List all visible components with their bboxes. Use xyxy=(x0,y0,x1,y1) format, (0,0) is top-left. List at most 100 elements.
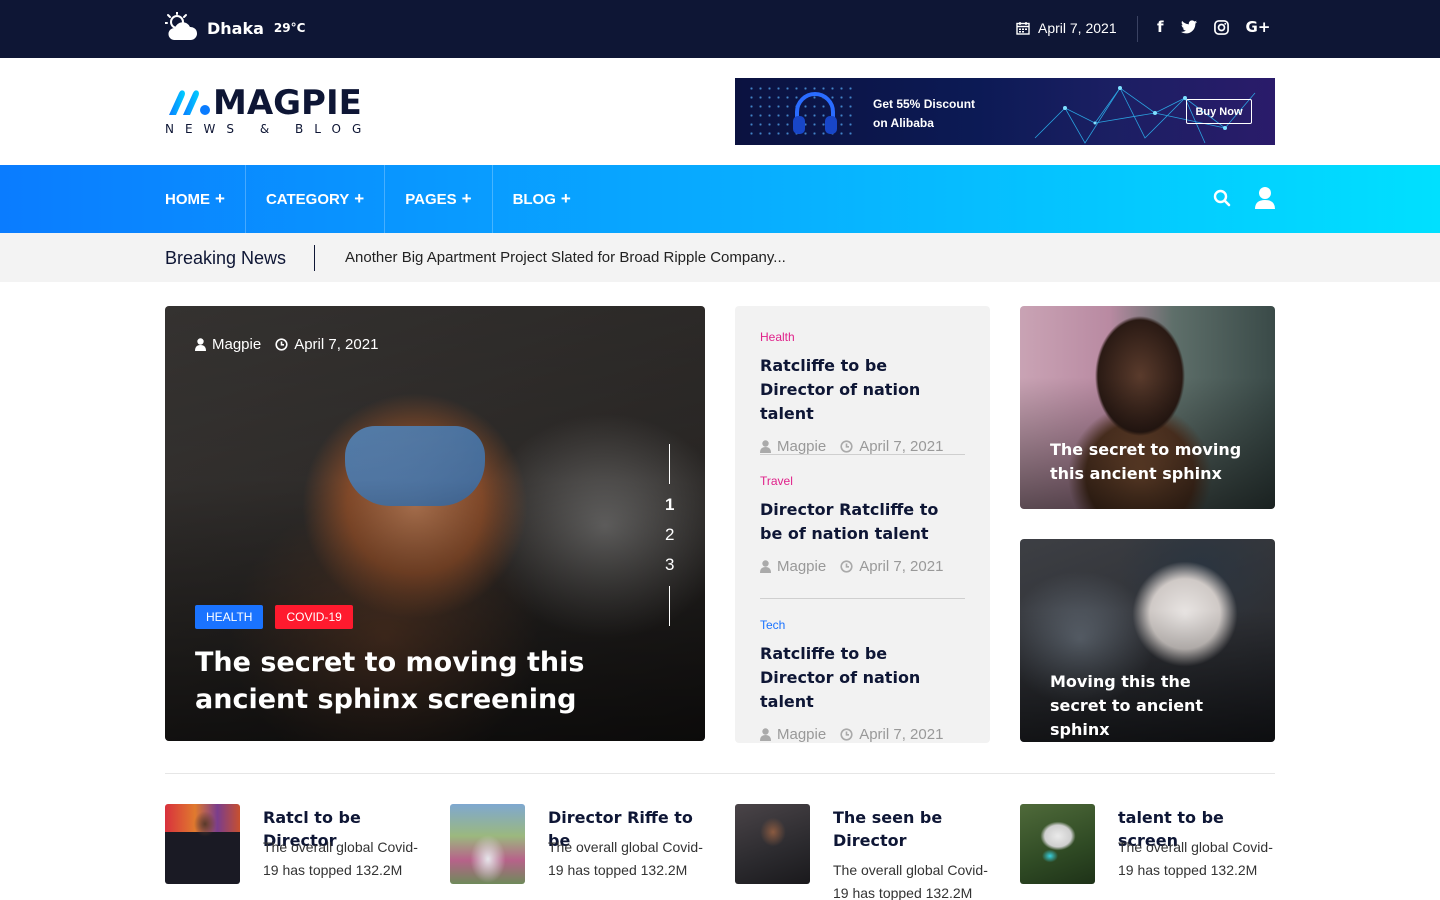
slide-dot-3[interactable]: 3 xyxy=(665,550,674,580)
clock-icon xyxy=(840,560,853,573)
search-icon[interactable] xyxy=(1212,188,1232,208)
twitter-icon[interactable] xyxy=(1180,20,1197,34)
slide-dot-2[interactable]: 2 xyxy=(665,520,674,550)
banner-text: Get 55% Discount on Alibaba xyxy=(873,95,975,133)
post-title[interactable]: Ratcliffe to be Director of nation talen… xyxy=(760,642,965,714)
list-item[interactable]: Health Ratcliffe to be Director of natio… xyxy=(760,330,965,455)
user-icon xyxy=(760,728,771,741)
post-meta: Magpie April 7, 2021 xyxy=(760,438,965,455)
nav-label: BLOG xyxy=(512,190,556,208)
user-icon[interactable] xyxy=(1254,186,1276,210)
google-plus-icon[interactable]: G+ xyxy=(1246,18,1271,36)
social-links: f G+ xyxy=(1157,18,1270,36)
facebook-icon[interactable]: f xyxy=(1157,18,1164,36)
logo-title: MAGPIE xyxy=(213,83,362,123)
clock-icon xyxy=(840,728,853,741)
hero-slider[interactable]: Magpie April 7, 2021 1 2 3 HEALTH COVID-… xyxy=(165,306,705,741)
slider-line-top xyxy=(669,444,671,484)
post-title[interactable]: The seen be Director xyxy=(833,806,993,852)
weather-city: Dhaka xyxy=(207,18,264,38)
user-icon xyxy=(760,440,771,453)
logo-subtitle: NEWS & BLOG xyxy=(165,122,373,136)
list-divider xyxy=(760,454,965,455)
top-divider xyxy=(1137,16,1138,42)
tag-covid[interactable]: COVID-19 xyxy=(275,605,353,629)
post-date: April 7, 2021 xyxy=(859,726,944,743)
hero-meta: Magpie April 7, 2021 xyxy=(195,336,378,353)
nav-item-blog[interactable]: BLOG + xyxy=(491,165,591,233)
plus-icon: + xyxy=(354,189,365,208)
top-date-text: April 7, 2021 xyxy=(1038,20,1117,36)
nav-item-home[interactable]: HOME + xyxy=(165,165,245,233)
section-divider xyxy=(165,773,1275,774)
nav-label: PAGES xyxy=(405,190,457,208)
post-title[interactable]: Ratcliffe to be Director of nation talen… xyxy=(760,354,965,426)
logo-mark-icon xyxy=(169,90,210,115)
list-item[interactable]: Travel Director Ratcliffe to be of natio… xyxy=(760,474,965,575)
nav-label: CATEGORY xyxy=(265,190,350,208)
post-thumbnail[interactable] xyxy=(450,804,525,884)
post-thumbnail[interactable] xyxy=(165,804,240,884)
latest-posts-list: Health Ratcliffe to be Director of natio… xyxy=(735,306,990,743)
nav-item-pages[interactable]: PAGES + xyxy=(384,165,491,233)
post-excerpt: The overall global Covid-19 has topped 1… xyxy=(833,862,988,900)
top-date: April 7, 2021 xyxy=(1016,20,1117,36)
post-meta: Magpie April 7, 2021 xyxy=(760,558,965,575)
tag-health[interactable]: HEALTH xyxy=(195,605,264,629)
top-bar: Dhaka 29°C April 7, 2021 f G+ xyxy=(0,0,1440,58)
post-excerpt: The overall global Covid-19 has topped 1… xyxy=(1118,839,1273,878)
hero-tags: HEALTH COVID-19 xyxy=(195,605,353,629)
post-author[interactable]: Magpie xyxy=(777,726,826,743)
card-title[interactable]: Moving this the secret to ancient sphinx xyxy=(1050,670,1250,742)
breaking-news-bar: Breaking News Another Big Apartment Proj… xyxy=(0,233,1440,282)
buy-now-button[interactable]: Buy Now xyxy=(1186,99,1252,124)
post-category[interactable]: Health xyxy=(760,330,965,344)
ad-banner[interactable]: Get 55% Discount on Alibaba Buy Now xyxy=(735,78,1275,145)
hero-date: April 7, 2021 xyxy=(275,336,378,353)
post-author[interactable]: Magpie xyxy=(777,558,826,575)
featured-card[interactable]: Moving this the secret to ancient sphinx xyxy=(1020,539,1275,742)
clock-icon xyxy=(840,440,853,453)
slider-line-bottom xyxy=(669,586,671,626)
plus-icon: + xyxy=(215,189,225,208)
slider-pagination: 1 2 3 xyxy=(665,444,674,626)
banner-line-1: Get 55% Discount xyxy=(873,97,976,111)
user-icon xyxy=(195,338,206,351)
nav-label: HOME xyxy=(165,190,210,208)
post-date: April 7, 2021 xyxy=(859,558,944,575)
breaking-label: Breaking News xyxy=(165,248,287,268)
instagram-icon[interactable] xyxy=(1213,19,1229,35)
hero-author-name: Magpie xyxy=(212,336,262,353)
list-divider xyxy=(760,598,965,599)
post-thumbnail[interactable] xyxy=(735,804,810,884)
list-item[interactable]: Tech Ratcliffe to be Director of nation … xyxy=(760,618,965,743)
headphones-icon xyxy=(793,92,837,134)
post-date: April 7, 2021 xyxy=(859,438,944,455)
breaking-headline[interactable]: Another Big Apartment Project Slated for… xyxy=(345,249,786,266)
slide-dot-1[interactable]: 1 xyxy=(665,490,674,520)
nav-item-category[interactable]: CATEGORY + xyxy=(244,165,384,233)
user-icon xyxy=(760,560,771,573)
post-meta: Magpie April 7, 2021 xyxy=(760,726,965,743)
post-thumbnail[interactable] xyxy=(1020,804,1095,884)
hero-author[interactable]: Magpie xyxy=(195,336,261,353)
post-author[interactable]: Magpie xyxy=(777,438,826,455)
hero-date-text: April 7, 2021 xyxy=(294,336,379,353)
weather-temp: 29°C xyxy=(273,21,306,35)
clock-icon xyxy=(275,338,288,351)
calendar-icon xyxy=(1016,22,1030,35)
post-excerpt: The overall global Covid-19 has topped 1… xyxy=(263,839,418,878)
nav-menu: HOME + CATEGORY + PAGES + BLOG + xyxy=(165,165,591,233)
breaking-divider xyxy=(314,245,315,271)
banner-line-2: on Alibaba xyxy=(873,116,934,130)
post-category[interactable]: Tech xyxy=(760,618,965,632)
post-excerpt: The overall global Covid-19 has topped 1… xyxy=(548,839,703,878)
card-title[interactable]: The secret to moving this ancient sphinx xyxy=(1050,438,1250,486)
plus-icon: + xyxy=(560,189,571,208)
cloud-sun-icon xyxy=(165,12,198,40)
weather-widget: Dhaka 29°C xyxy=(165,12,305,44)
featured-card[interactable]: The secret to moving this ancient sphinx xyxy=(1020,306,1275,509)
post-title[interactable]: Director Ratcliffe to be of nation talen… xyxy=(760,498,965,546)
post-category[interactable]: Travel xyxy=(760,474,965,488)
hero-title[interactable]: The secret to moving this ancient sphinx… xyxy=(195,644,655,718)
